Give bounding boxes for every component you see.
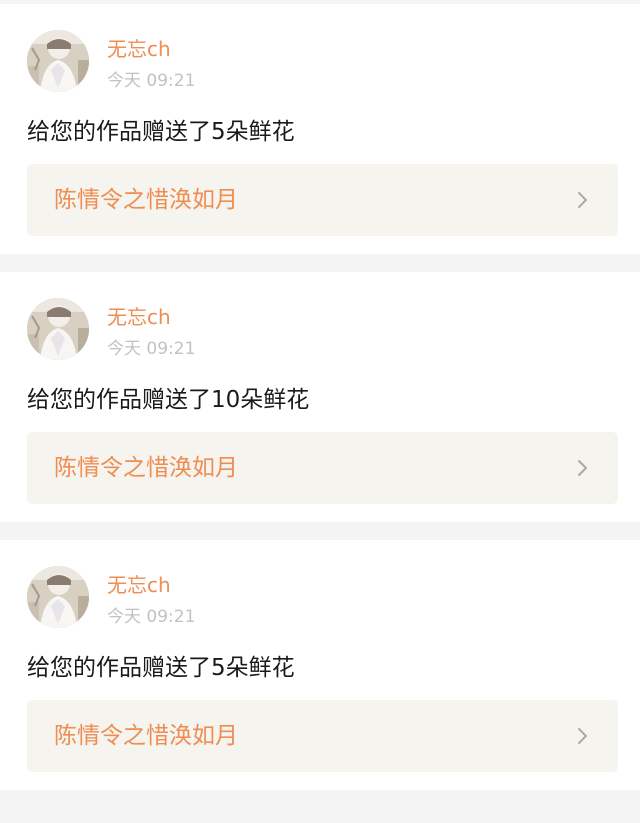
avatar[interactable] [27,30,89,92]
timestamp: 今天 09:21 [107,71,196,91]
work-link[interactable]: 陈情令之惜涣如月 [27,700,618,772]
username[interactable]: 无忘ch [107,573,171,597]
notification-feed: 无忘ch 今天 09:21 给您的作品赠送了5朵鲜花 陈情令之惜涣如月 无忘ch… [0,0,640,823]
username[interactable]: 无忘ch [107,37,171,61]
avatar-image [27,566,89,628]
work-link[interactable]: 陈情令之惜涣如月 [27,164,618,236]
work-title: 陈情令之惜涣如月 [54,455,238,481]
notification-card: 无忘ch 今天 09:21 给您的作品赠送了5朵鲜花 陈情令之惜涣如月 [0,540,640,790]
chevron-right-icon [578,460,587,476]
message-text: 给您的作品赠送了5朵鲜花 [27,119,295,145]
timestamp: 今天 09:21 [107,339,196,359]
avatar[interactable] [27,566,89,628]
message-text: 给您的作品赠送了10朵鲜花 [27,387,310,413]
notification-card: 无忘ch 今天 09:21 给您的作品赠送了5朵鲜花 陈情令之惜涣如月 [0,4,640,254]
work-title: 陈情令之惜涣如月 [54,187,238,213]
avatar-image [27,30,89,92]
avatar[interactable] [27,298,89,360]
chevron-right-icon [578,192,587,208]
avatar-image [27,298,89,360]
work-title: 陈情令之惜涣如月 [54,723,238,749]
username[interactable]: 无忘ch [107,305,171,329]
chevron-right-icon [578,728,587,744]
work-link[interactable]: 陈情令之惜涣如月 [27,432,618,504]
notification-card: 无忘ch 今天 09:21 给您的作品赠送了10朵鲜花 陈情令之惜涣如月 [0,272,640,522]
timestamp: 今天 09:21 [107,607,196,627]
message-text: 给您的作品赠送了5朵鲜花 [27,655,295,681]
